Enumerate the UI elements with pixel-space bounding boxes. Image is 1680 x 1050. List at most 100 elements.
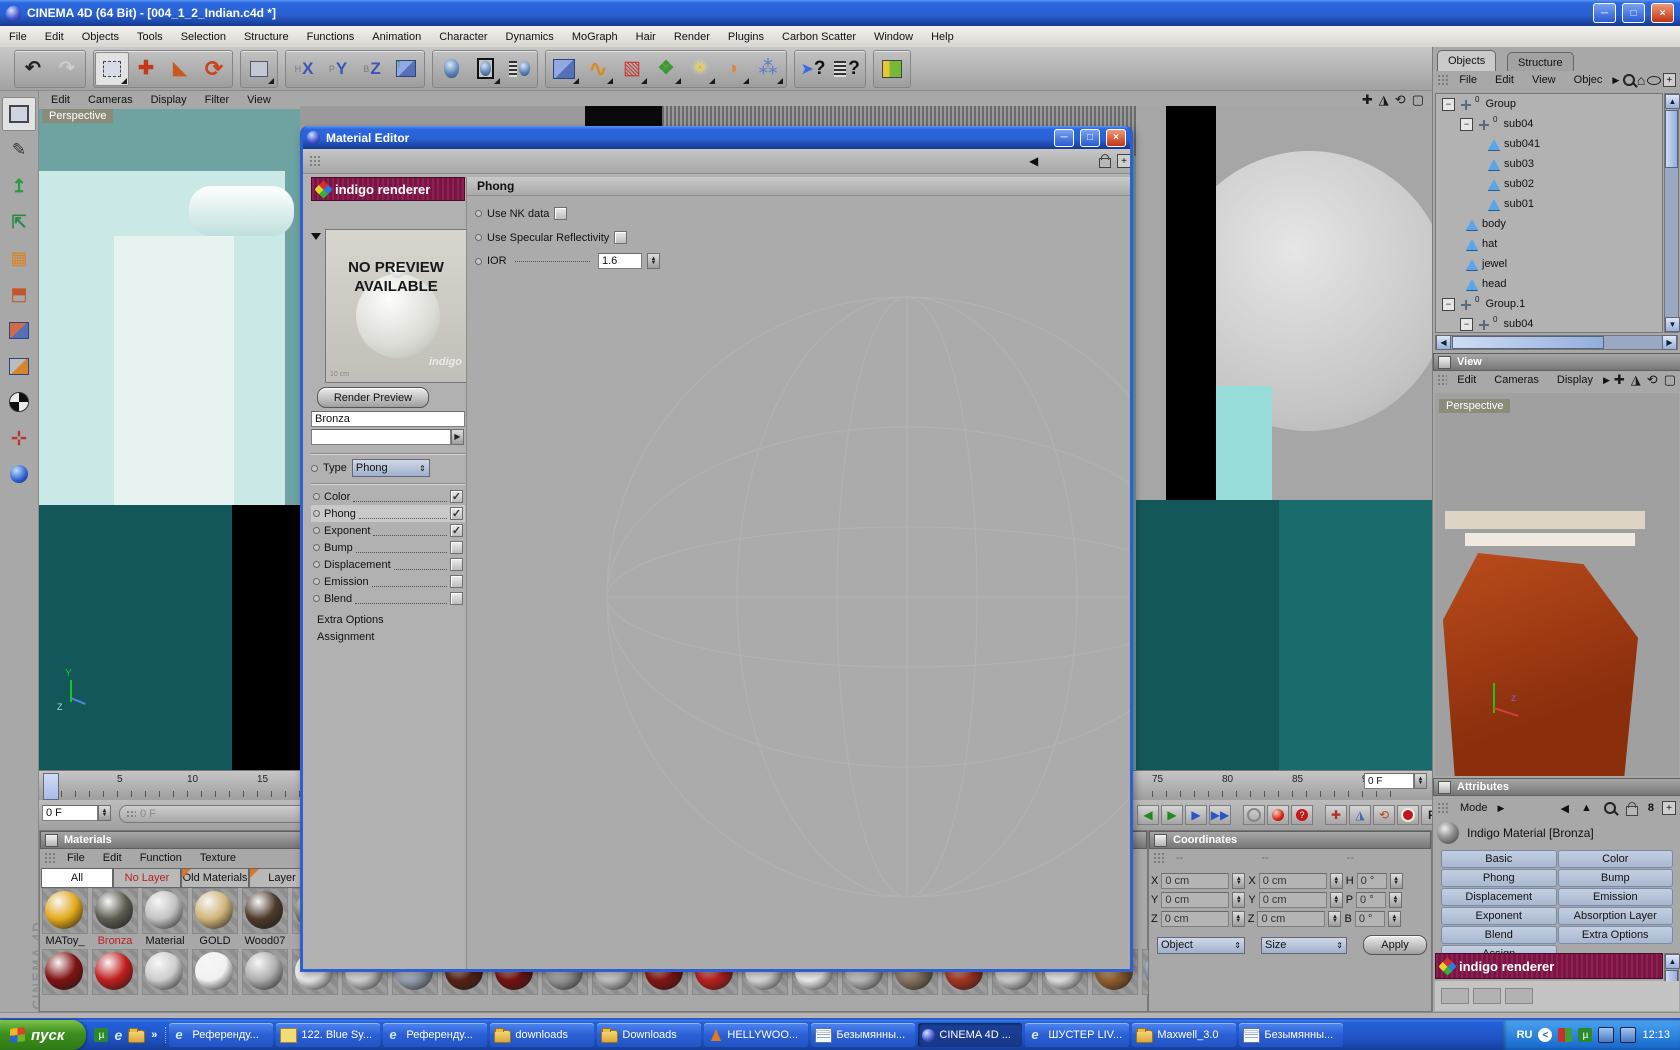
frame-slider[interactable]: 0 F [119,805,315,823]
drag-grip[interactable] [1437,74,1449,86]
taskbar-button[interactable]: ШУСТЕР LIV... [1025,1023,1129,1047]
next-frame-icon[interactable]: ▶ [1185,805,1207,825]
tree-item-label[interactable]: sub04 [1503,118,1533,130]
tree-row[interactable]: − 0 sub04 [1436,314,1662,333]
drag-grip[interactable] [1437,374,1447,386]
material-item[interactable] [42,949,88,995]
menu-item[interactable]: File [0,31,36,43]
material-item[interactable]: Wood07 [242,888,288,934]
drag-grip[interactable] [1153,852,1166,864]
menu-item[interactable]: Selection [172,31,235,43]
ior-field[interactable]: 1.6 [598,253,642,269]
convert-object-icon[interactable] [2,97,36,131]
menu-item[interactable]: MoGraph [563,31,627,43]
menu-overflow-icon[interactable]: ▶ [1612,75,1619,86]
material-item[interactable]: MAToy_ [42,888,88,934]
stepper[interactable]: ▲▼ [1390,873,1403,889]
tree-horizontal-scrollbar[interactable]: ◀ ▶ [1435,335,1678,350]
dialog-minimize-button[interactable]: ─ [1054,129,1074,147]
checker-sphere-icon[interactable] [2,385,36,419]
attribute-section-button[interactable]: Color [1558,850,1674,868]
rotate-icon[interactable]: ⟳ [197,52,231,86]
material-editor-dialog[interactable]: Material Editor ─ □ × ◀ + indigo rendere… [300,126,1133,972]
exponent-checkbox[interactable] [450,524,463,537]
material-item[interactable] [242,949,288,995]
blend-checkbox[interactable] [450,592,463,605]
tree-item-label[interactable]: sub04 [1503,318,1533,330]
dialog-maximize-button[interactable]: □ [1080,129,1100,147]
tab-no-layer[interactable]: No Layer [113,868,181,888]
scroll-down-icon[interactable]: ▼ [1665,317,1680,332]
tree-row[interactable]: − 0 Group [1436,94,1662,114]
drag-grip[interactable] [309,155,322,167]
eye-icon[interactable] [1647,76,1660,85]
help-cursor-icon[interactable]: ➤? [796,52,830,86]
panel-button[interactable] [1438,356,1451,369]
attribute-section-button[interactable]: Displacement [1441,888,1557,906]
internet-explorer-icon[interactable]: e [114,1027,122,1043]
assignment-link[interactable]: Assignment [311,628,465,645]
channel-row-displacement[interactable]: Displacement [311,556,465,573]
channel-row-blend[interactable]: Blend [311,590,465,607]
layout-icon[interactable] [875,52,909,86]
panel-button[interactable] [1438,781,1451,794]
tree-row[interactable]: sub01 [1436,194,1662,214]
rotation-b-field[interactable]: 0 ° [1355,911,1385,927]
scene-info-icon[interactable]: ? [830,52,864,86]
materials-menu-item[interactable]: Texture [192,852,244,864]
displacement-checkbox[interactable] [450,558,463,571]
lock-rotate-icon[interactable]: ⟲ [1373,805,1395,825]
lock-move-icon[interactable]: ✚ [1325,805,1347,825]
undo-icon[interactable]: ↶ [16,52,50,86]
color-checkbox[interactable] [450,490,463,503]
menu-item[interactable]: Hair [627,31,665,43]
redo-icon[interactable]: ↷ [50,52,84,86]
size-x-field[interactable]: 0 cm [1259,873,1327,889]
toggle-view-icon[interactable]: ▢ [1664,372,1676,388]
pan-view-icon[interactable]: ✚ [1614,372,1625,388]
collapse-icon[interactable]: − [1460,318,1473,331]
material-item[interactable] [192,949,238,995]
preview-options-icon[interactable] [311,233,321,240]
search-icon[interactable] [1604,802,1616,814]
close-button[interactable]: × [1651,3,1674,23]
zoom-view-icon[interactable]: ◮ [1631,372,1641,388]
stepper[interactable]: ▲▼ [1328,911,1341,927]
add-icon[interactable]: + [1663,73,1676,87]
tree-item-label[interactable]: sub03 [1504,158,1534,170]
taskbar-button[interactable]: Downloads [597,1023,701,1047]
swatch-box[interactable] [1505,988,1533,1004]
start-button[interactable]: пуск [0,1020,86,1050]
apply-button[interactable]: Apply [1363,935,1427,955]
attribute-section-button[interactable]: Bump [1558,869,1674,887]
menu-item[interactable]: Plugins [719,31,773,43]
attribute-section-button[interactable]: Absorption Layer [1558,907,1674,925]
view-menu-item[interactable]: Display [1549,374,1601,386]
add-icon[interactable]: + [1662,801,1676,815]
specular-reflectivity-checkbox[interactable] [614,231,627,244]
tree-row[interactable]: jewel [1436,254,1662,274]
objects-menu-item[interactable]: Objec [1566,74,1611,86]
menu-item[interactable]: Help [922,31,963,43]
hide-icons-icon[interactable]: < [1538,1028,1552,1042]
attribute-section-button[interactable]: Exponent [1441,907,1557,925]
pen-icon[interactable]: ✎ [2,133,36,167]
coordinate-system-icon[interactable]: ↑ [389,52,423,86]
menu-item[interactable]: Dynamics [497,31,563,43]
size-dropdown[interactable]: Size⇕ [1261,937,1347,954]
stepper[interactable]: ▲▼ [1330,892,1343,908]
menu-item[interactable]: Carbon Scatter [773,31,865,43]
render-settings-icon[interactable] [502,52,536,86]
current-frame-field[interactable]: 0 F [42,805,98,821]
swatch-box[interactable] [1441,988,1469,1004]
view-menu-item[interactable]: Cameras [1486,374,1547,386]
stepper[interactable]: ▲▼ [1388,911,1401,927]
frame-field[interactable]: 0 F [1364,773,1414,789]
material-item[interactable]: Bronza [92,888,138,934]
material-item[interactable] [92,949,138,995]
add-primitive-icon[interactable] [547,52,581,86]
menu-overflow-icon[interactable]: ▶ [1603,375,1610,386]
taskbar-button[interactable]: HELLYWOO... [704,1023,808,1047]
preview-viewport[interactable]: Perspective z [1435,393,1679,776]
tab-structure[interactable]: Structure [1507,52,1574,73]
